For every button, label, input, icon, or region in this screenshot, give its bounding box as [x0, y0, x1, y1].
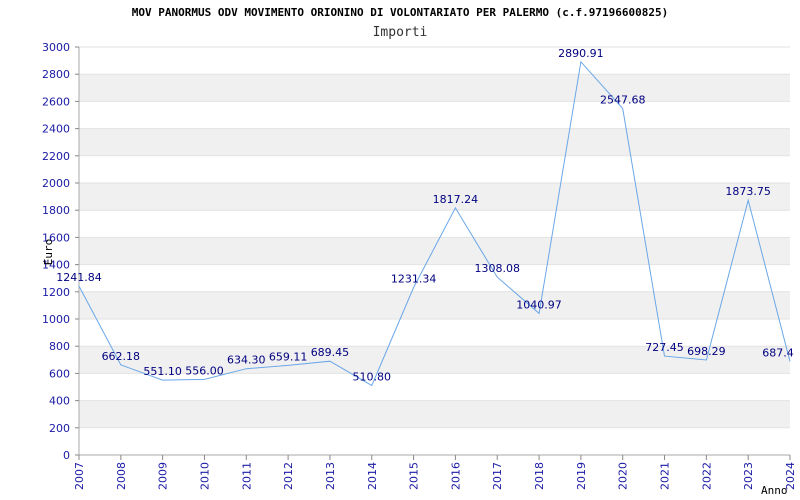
data-label: 2547.68 — [600, 94, 646, 107]
data-label: 2890.91 — [558, 47, 604, 60]
y-tick-label: 200 — [49, 422, 70, 435]
data-label: 1241.84 — [56, 271, 102, 284]
x-tick-label: 2023 — [742, 462, 755, 490]
data-label: 689.45 — [311, 346, 350, 359]
x-tick-label: 2019 — [575, 462, 588, 490]
y-tick-label: 800 — [49, 340, 70, 353]
x-axis-title: Anno — [761, 484, 788, 497]
data-label: 727.45 — [645, 341, 684, 354]
data-label: 1817.24 — [433, 193, 479, 206]
data-label: 551.10 — [143, 365, 182, 378]
y-tick-label: 600 — [49, 367, 70, 380]
x-tick-label: 2017 — [491, 462, 504, 490]
x-tick-label: 2021 — [659, 462, 672, 490]
data-label: 510.80 — [353, 371, 392, 384]
x-tick-label: 2012 — [282, 462, 295, 490]
x-tick-label: 2016 — [449, 462, 462, 490]
x-tick-label: 2007 — [73, 462, 86, 490]
data-label: 1873.75 — [725, 185, 771, 198]
series-line — [78, 60, 791, 387]
x-tick-label: 2018 — [533, 462, 546, 490]
grid-band — [79, 400, 790, 428]
x-tick-label: 2009 — [157, 462, 170, 490]
data-label: 687.4 — [762, 347, 794, 360]
grid-band — [79, 237, 790, 265]
y-tick-label: 400 — [49, 395, 70, 408]
y-tick-label: 2200 — [42, 150, 70, 163]
y-tick-label: 1800 — [42, 204, 70, 217]
y-tick-label: 2800 — [42, 68, 70, 81]
x-tick-label: 2011 — [240, 462, 253, 490]
grid-band — [79, 291, 790, 319]
data-label: 1308.08 — [474, 262, 520, 275]
y-axis-title: Euro — [42, 239, 55, 266]
y-tick-label: 1000 — [42, 313, 70, 326]
plot-area: 0200400600800100012001400160018002000220… — [42, 41, 797, 497]
data-label: 698.29 — [687, 345, 726, 358]
x-tick-label: 2020 — [617, 462, 630, 490]
data-label: 1231.34 — [391, 273, 437, 286]
data-label: 662.18 — [102, 350, 141, 363]
x-tick-label: 2008 — [115, 462, 128, 490]
x-tick-label: 2010 — [198, 462, 211, 490]
y-tick-label: 2600 — [42, 95, 70, 108]
data-label: 659.11 — [269, 350, 308, 363]
x-tick-label: 2022 — [700, 462, 713, 490]
y-tick-label: 2400 — [42, 123, 70, 136]
x-tick-label: 2013 — [324, 462, 337, 490]
grid-band — [79, 128, 790, 156]
y-tick-label: 1200 — [42, 286, 70, 299]
x-tick-label: 2015 — [408, 462, 421, 490]
y-tick-label: 3000 — [42, 41, 70, 54]
x-tick-label: 2014 — [366, 462, 379, 490]
grid-band — [79, 74, 790, 102]
chart: MOV PANORMUS ODV MOVIMENTO ORIONINO DI V… — [0, 0, 800, 500]
y-tick-label: 2000 — [42, 177, 70, 190]
data-label: 634.30 — [227, 354, 266, 367]
y-tick-label: 0 — [63, 449, 70, 462]
data-label: 556.00 — [185, 364, 224, 377]
data-label: 1040.97 — [516, 298, 562, 311]
